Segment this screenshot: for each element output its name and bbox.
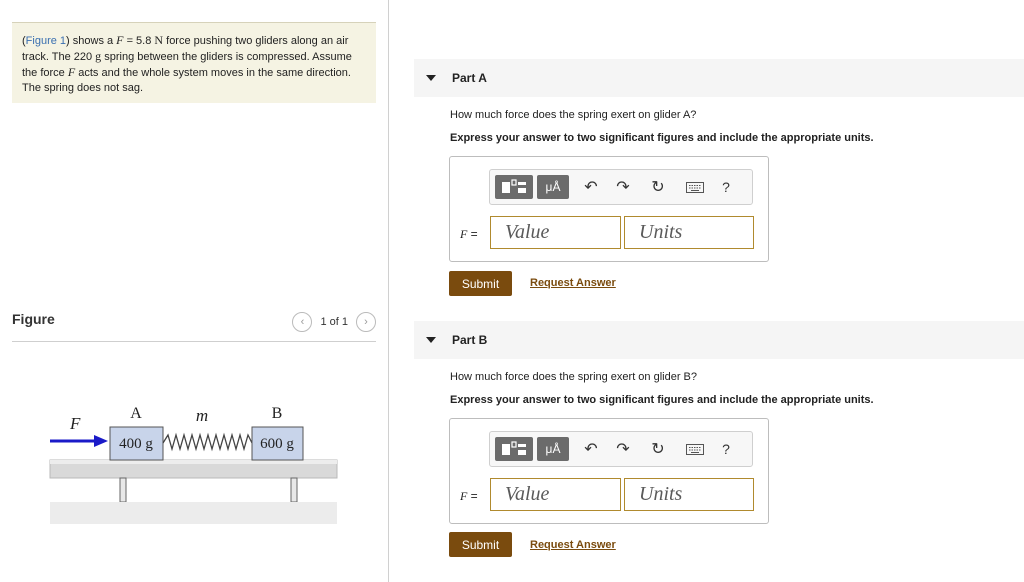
part-a-question: How much force does the spring exert on … [450, 109, 697, 121]
keyboard-icon[interactable] [683, 175, 707, 199]
part-a-submit-button[interactable]: Submit [449, 271, 512, 296]
part-b-value-input[interactable] [490, 478, 621, 511]
templates-icon[interactable] [495, 437, 533, 461]
collapse-triangle-icon[interactable] [426, 75, 436, 81]
part-b-submit-button[interactable]: Submit [449, 532, 512, 557]
reset-icon[interactable]: ↻ [647, 175, 669, 199]
part-b-toolbar: μÅ ↶ ↷ ↻ ? [489, 431, 753, 467]
glider-a-mass: 400 g [119, 436, 153, 452]
units-mu-angstrom-icon[interactable]: μÅ [537, 437, 569, 461]
templates-icon[interactable] [495, 175, 533, 199]
part-b-request-answer-link[interactable]: Request Answer [530, 539, 616, 551]
part-a-value-input[interactable] [490, 216, 621, 249]
force-arrow-head [94, 435, 108, 447]
problem-statement: (Figure 1) shows a F = 5.8 N force pushi… [12, 22, 376, 103]
undo-icon[interactable]: ↶ [580, 437, 602, 461]
part-a-toolbar: μÅ ↶ ↷ ↻ ? [489, 169, 753, 205]
part-b-units-input[interactable] [624, 478, 754, 511]
reset-icon[interactable]: ↻ [647, 437, 669, 461]
chevron-left-icon[interactable]: ‹ [292, 312, 313, 332]
glider-b-mass: 600 g [260, 436, 294, 452]
eq-sign: = [467, 489, 478, 503]
part-a-instruction: Express your answer to two significant f… [450, 132, 874, 144]
redo-icon[interactable]: ↷ [612, 437, 634, 461]
force-label: F [69, 414, 81, 433]
help-icon[interactable]: ? [717, 175, 735, 199]
track-support-right [290, 477, 298, 503]
chevron-right-icon[interactable]: › [356, 312, 376, 332]
part-a-label: Part A [452, 71, 487, 85]
figure-link[interactable]: Figure 1 [26, 35, 66, 47]
part-b-equation-label: F = [460, 489, 478, 504]
base-shadow [50, 502, 337, 524]
figure-title: Figure [12, 311, 55, 327]
spring [162, 432, 253, 452]
unit-newton: N [154, 33, 164, 47]
force-variable: F [116, 33, 124, 47]
part-a-equation-row: F = [450, 215, 768, 251]
part-b-question: How much force does the spring exert on … [450, 371, 698, 383]
part-b-equation-row: F = [450, 477, 768, 513]
left-pane: (Figure 1) shows a F = 5.8 N force pushi… [0, 0, 388, 582]
pane-divider[interactable] [388, 0, 389, 582]
units-mu-angstrom-icon[interactable]: μÅ [537, 175, 569, 199]
problem-text: shows a [69, 35, 117, 47]
part-b-label: Part B [452, 333, 488, 347]
glider-a-label: A [130, 405, 142, 422]
redo-icon[interactable]: ↷ [612, 175, 634, 199]
track-support-left [119, 477, 127, 503]
collapse-triangle-icon[interactable] [426, 337, 436, 343]
part-b-instruction: Express your answer to two significant f… [450, 394, 874, 406]
eq-sign: = [467, 227, 478, 241]
problem-text: = 5.8 [123, 35, 155, 47]
part-b-answer-box: μÅ ↶ ↷ ↻ ? F = [449, 418, 769, 524]
glider-b-label: B [272, 405, 283, 422]
air-track-highlight [50, 460, 337, 464]
spring-mass-label: m [196, 406, 208, 425]
part-a-answer-box: μÅ ↶ ↷ ↻ ? F = [449, 156, 769, 262]
part-b-header[interactable]: Part B [414, 321, 1024, 359]
keyboard-icon[interactable] [683, 437, 707, 461]
pager-count: 1 of 1 [320, 316, 348, 328]
glider-figure: F 400 g A m 600 g B [49, 405, 338, 524]
figure-pager: ‹ 1 of 1 › [292, 312, 376, 332]
undo-icon[interactable]: ↶ [580, 175, 602, 199]
part-a-request-answer-link[interactable]: Request Answer [530, 277, 616, 289]
part-a-header[interactable]: Part A [414, 59, 1024, 97]
figure-header: Figure ‹ 1 of 1 › [12, 311, 376, 342]
part-a-equation-label: F = [460, 227, 478, 242]
help-icon[interactable]: ? [717, 437, 735, 461]
part-a-units-input[interactable] [624, 216, 754, 249]
